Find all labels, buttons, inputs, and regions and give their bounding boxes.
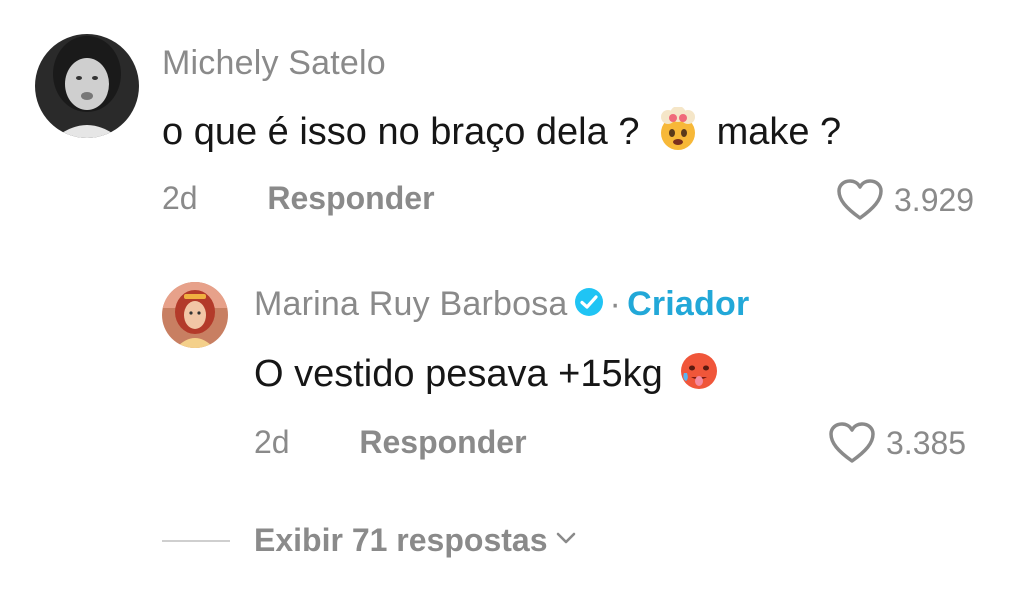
comment-text-end: make ? bbox=[716, 111, 842, 154]
heart-icon bbox=[837, 179, 883, 220]
verified-badge-icon bbox=[574, 287, 604, 326]
comment-text-start: o que é isso no braço dela ? bbox=[162, 111, 640, 154]
comment-like-button[interactable]: 3.929 bbox=[836, 178, 974, 222]
divider-line bbox=[162, 539, 230, 542]
view-replies-label: Exibir 71 respostas bbox=[254, 522, 548, 558]
heart-icon bbox=[829, 422, 875, 463]
comment-age: 2d bbox=[162, 180, 198, 216]
avatar-michely[interactable] bbox=[35, 34, 139, 138]
reply-reply-button[interactable]: Responder bbox=[359, 424, 526, 460]
avatar-marina[interactable] bbox=[162, 282, 228, 348]
comment-like-count: 3.929 bbox=[894, 181, 975, 218]
reply-author-name[interactable]: Marina Ruy Barbosa bbox=[254, 285, 568, 323]
reply-meta: 2d Responder bbox=[254, 424, 527, 461]
reply-text: O vestido pesava +15kg bbox=[254, 349, 725, 403]
reply-author-line: Marina Ruy Barbosa · Criador bbox=[254, 285, 749, 326]
comment-reply-button[interactable]: Responder bbox=[267, 180, 434, 216]
view-replies-button[interactable]: Exibir 71 respostas bbox=[162, 522, 577, 559]
comment-author-name[interactable]: Michely Satelo bbox=[162, 44, 386, 83]
reply-text-content: O vestido pesava +15kg bbox=[254, 353, 663, 396]
separator-dot: · bbox=[609, 285, 622, 323]
reply-like-count: 3.385 bbox=[886, 424, 967, 461]
exploding-head-emoji-icon bbox=[654, 106, 702, 161]
reply-like-button[interactable]: 3.385 bbox=[828, 421, 966, 465]
comment-meta: 2d Responder bbox=[162, 180, 435, 217]
chevron-down-icon bbox=[555, 531, 577, 550]
hot-face-emoji-icon bbox=[677, 349, 721, 403]
creator-badge: Criador bbox=[627, 285, 750, 323]
comment-text: o que é isso no braço dela ? make ? bbox=[162, 106, 842, 161]
reply-age: 2d bbox=[254, 424, 290, 460]
